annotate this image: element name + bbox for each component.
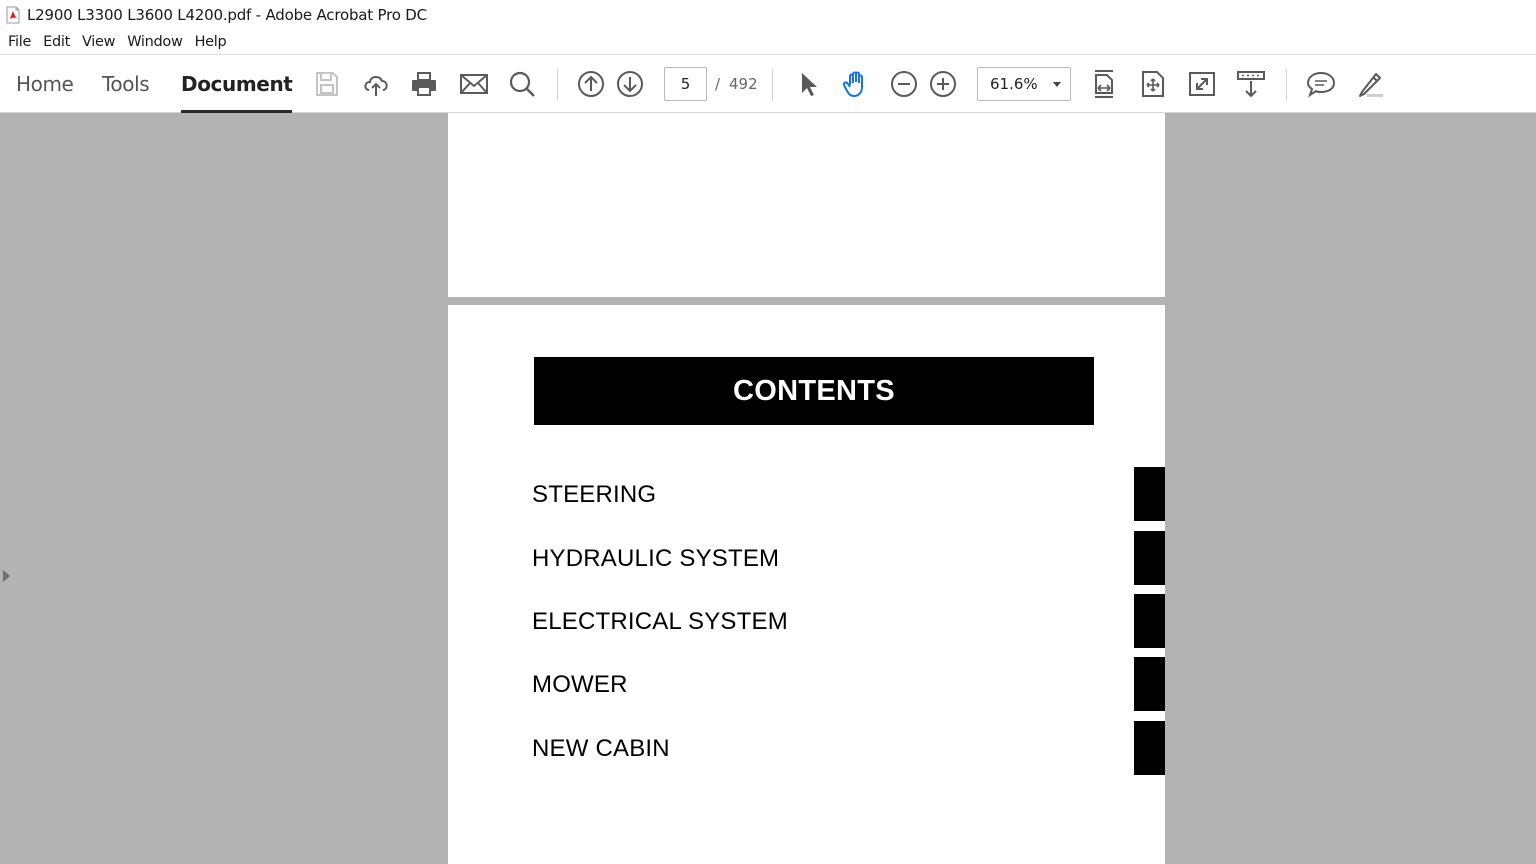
previous-page-icon [578,71,604,97]
section-tab-marker [1134,721,1165,775]
fit-page-button[interactable] [1137,68,1169,100]
email-button[interactable] [458,68,490,100]
zoom-in-icon [930,71,956,97]
cloud-upload-icon [364,76,388,96]
save-icon [316,72,338,96]
hand-tool-icon [842,71,863,97]
comment-button[interactable] [1305,68,1337,100]
title-bar: L2900 L3300 L3600 L4200.pdf - Adobe Acro… [0,0,1536,30]
toolbar-separator [557,69,558,101]
search-icon [509,71,535,97]
next-page-button[interactable] [614,68,646,100]
side-panel-toggle-icon[interactable] [3,570,10,582]
previous-pdf-page [448,113,1165,297]
hand-tool-button[interactable] [840,68,872,100]
toc-item-mower: MOWER [532,671,628,698]
pdf-file-icon [4,6,22,24]
main-toolbar: Home Tools Document 5 / 492 61.6% [0,54,1536,113]
toc-item-steering: STEERING [532,481,657,508]
print-icon [412,72,436,96]
chevron-down-icon[interactable] [1053,82,1061,87]
search-button[interactable] [506,68,538,100]
full-screen-icon [1189,72,1215,96]
fit-width-icon [1095,70,1113,98]
upload-button[interactable] [360,68,392,100]
toc-item-new-cabin: NEW CABIN [532,735,670,762]
menu-bar: File Edit View Window Help [0,30,1536,54]
zoom-in-button[interactable] [927,68,959,100]
scroll-mode-icon [1237,71,1265,98]
section-tab-marker [1134,467,1165,521]
contents-heading: CONTENTS [534,357,1094,425]
tab-home[interactable]: Home [16,55,74,113]
zoom-level-select[interactable]: 61.6% [977,67,1071,101]
page-separator: / [715,75,721,93]
menu-file[interactable]: File [2,34,37,50]
print-button[interactable] [408,68,440,100]
full-screen-button[interactable] [1186,68,1218,100]
previous-page-button[interactable] [575,68,607,100]
select-cursor-icon [802,73,817,96]
highlight-pen-button[interactable] [1354,68,1386,100]
comment-icon [1306,71,1336,98]
tab-document[interactable]: Document [181,55,293,113]
section-tab-marker [1134,594,1165,648]
zoom-out-button[interactable] [888,68,920,100]
select-tool-button[interactable] [791,68,823,100]
window-title: L2900 L3300 L3600 L4200.pdf - Adobe Acro… [27,6,427,24]
next-page-icon [617,71,643,97]
menu-edit[interactable]: Edit [37,34,76,50]
pdf-page: CONTENTS STEERING HYDRAULIC SYSTEM ELECT… [448,305,1165,864]
section-tab-marker [1134,531,1165,585]
page-total: 492 [729,75,758,93]
tab-tools[interactable]: Tools [102,55,150,113]
save-button[interactable] [311,68,343,100]
menu-view[interactable]: View [76,34,121,50]
document-viewer[interactable]: CONTENTS STEERING HYDRAULIC SYSTEM ELECT… [0,113,1536,864]
menu-help[interactable]: Help [189,34,233,50]
toolbar-separator [772,69,773,101]
toc-item-electrical-system: ELECTRICAL SYSTEM [532,608,788,635]
scroll-mode-button[interactable] [1235,68,1267,100]
toolbar-separator [1286,69,1287,101]
toc-item-hydraulic-system: HYDRAULIC SYSTEM [532,545,780,572]
fit-width-button[interactable] [1088,68,1120,100]
page-number-input[interactable] [664,67,707,101]
fit-page-icon [1142,71,1164,97]
zoom-level-value: 61.6% [990,75,1038,93]
section-tab-marker [1134,657,1165,711]
zoom-out-icon [891,71,917,97]
highlight-pen-icon [1359,73,1383,97]
menu-window[interactable]: Window [121,34,188,50]
email-icon [460,74,488,94]
